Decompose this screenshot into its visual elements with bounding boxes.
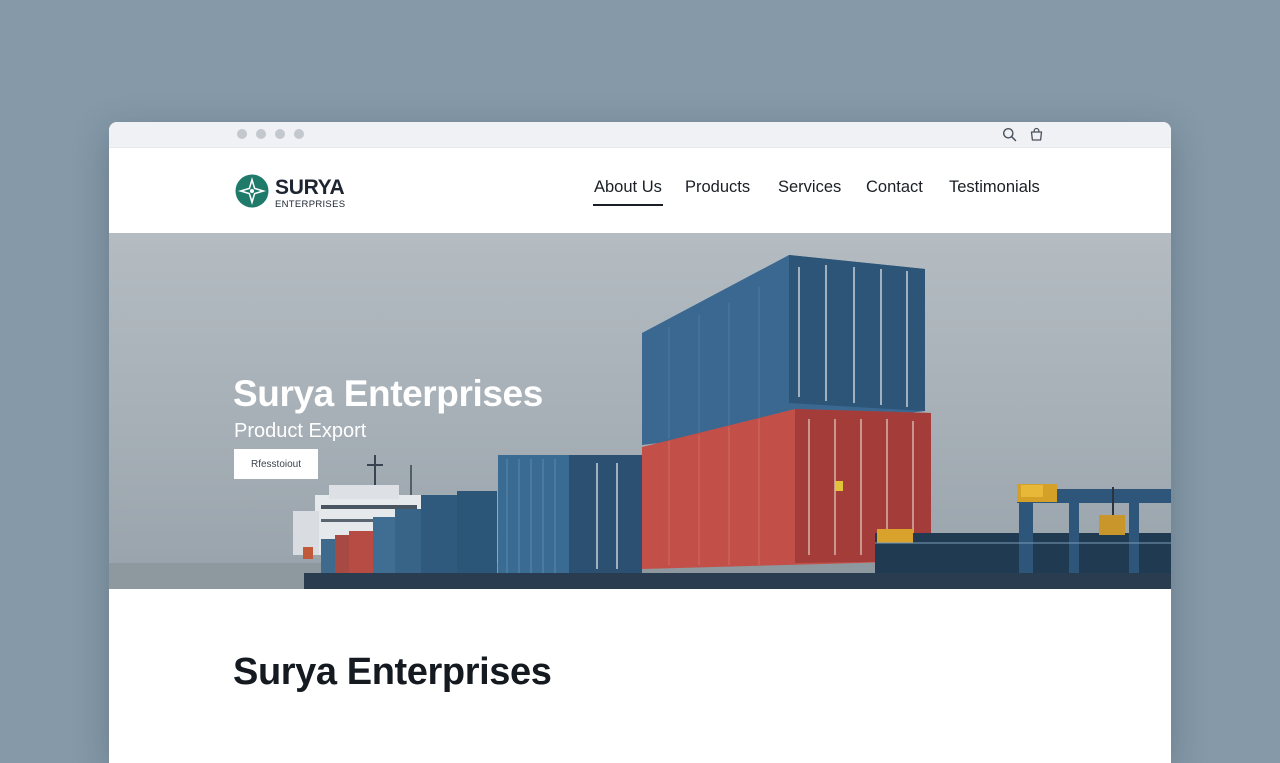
main-navigation: About Us Products Services Contact Testi… (109, 178, 1171, 208)
browser-window: SURYA ENTERPRISES About Us Products Serv… (109, 122, 1171, 763)
hero-subtitle: Product Export (234, 420, 367, 442)
nav-contact[interactable]: Contact (866, 178, 923, 197)
window-control-dot[interactable] (294, 129, 304, 139)
search-icon[interactable] (1002, 127, 1017, 142)
hero-title: Surya Enterprises (233, 373, 543, 414)
nav-testimonials[interactable]: Testimonials (949, 178, 1040, 197)
hero-text: Surya Enterprises Product Export (233, 375, 543, 442)
hero-cta-button[interactable]: Rfesstoiout (234, 449, 318, 479)
section-title: Surya Enterprises (233, 651, 552, 693)
window-control-dot[interactable] (256, 129, 266, 139)
shopping-bag-icon[interactable] (1029, 127, 1044, 142)
browser-chrome-bar (109, 122, 1171, 148)
hero-banner: Surya Enterprises Product Export Rfessto… (109, 233, 1171, 589)
window-controls (237, 129, 304, 139)
window-control-dot[interactable] (275, 129, 285, 139)
nav-products[interactable]: Products (685, 178, 750, 197)
main-content: Surya Enterprises (109, 589, 1171, 763)
nav-about-us[interactable]: About Us (593, 178, 663, 206)
mid-container (498, 455, 642, 579)
site-header: SURYA ENTERPRISES About Us Products Serv… (109, 148, 1171, 233)
nav-services[interactable]: Services (778, 178, 841, 197)
window-control-dot[interactable] (237, 129, 247, 139)
